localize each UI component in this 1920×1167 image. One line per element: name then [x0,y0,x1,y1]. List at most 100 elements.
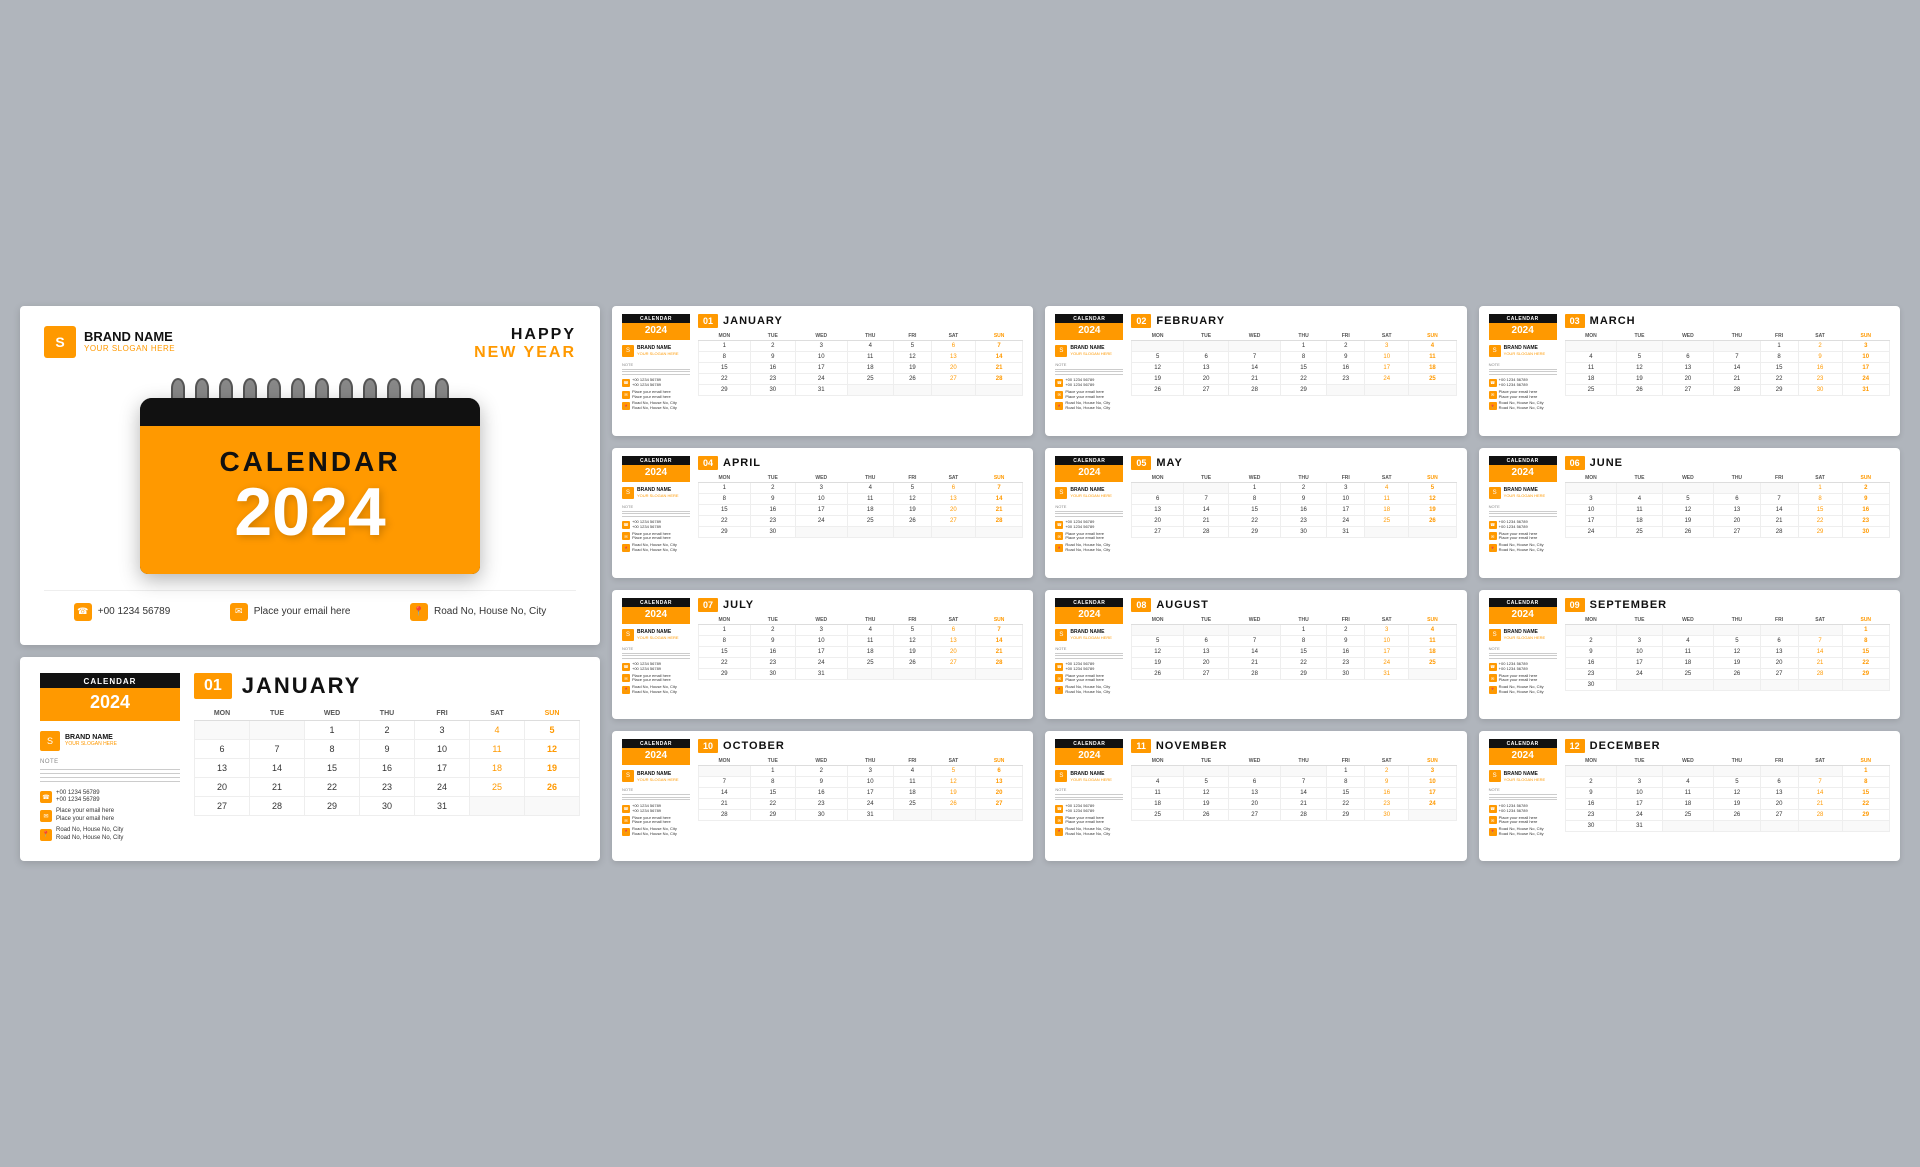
mc-day-cell: 31 [847,810,893,821]
mc-badge-06: CALENDAR [1489,456,1557,465]
mc-day-cell: 15 [1229,504,1281,515]
mc-day-cell: 17 [795,362,847,373]
mc-day-cell: 31 [1842,384,1889,395]
mc-year-04: 2024 [622,465,690,482]
mc-day-cell: 20 [1183,373,1228,384]
mc-th-tue: TUE [1183,474,1228,483]
mc-day-cell: 2 [1565,777,1617,788]
month-card-09: CALENDAR 2024 S BRAND NAME YOUR SLOGAN H… [1479,590,1900,720]
detail-brand-text: BRAND NAME YOUR SLOGAN HERE [65,734,117,747]
mc-week-2: 15161718192021 [699,646,1023,657]
mc-day-cell: 15 [1798,504,1842,515]
mc-day-cell [975,668,1022,679]
mc-day-cell [975,810,1022,821]
mc-loc-icon-08: 📍 [1055,686,1063,694]
mc-day-cell: 27 [1662,384,1714,395]
mc-day-cell: 25 [1662,810,1714,821]
mc-loc-icon-01: 📍 [622,402,630,410]
mc-brand-icon-02: S [1055,345,1067,357]
mc-day-cell: 18 [1365,504,1409,515]
mc-day-cell: 28 [1714,384,1760,395]
mc-right-04: 04 APRIL MONTUEWEDTHUFRISATSUN1234567891… [698,456,1023,570]
month-card-04: CALENDAR 2024 S BRAND NAME YOUR SLOGAN H… [612,448,1033,578]
month-card-12: CALENDAR 2024 S BRAND NAME YOUR SLOGAN H… [1479,731,1900,861]
mc-day-cell: 13 [1760,646,1798,657]
mc-day-cell: 23 [1565,668,1617,679]
mc-header-12: 12 DECEMBER [1565,739,1890,753]
mc-th-tue: TUE [750,757,795,766]
mc-day-cell: 9 [1565,646,1617,657]
mc-day-cell: 27 [1760,668,1798,679]
mc-week-3: 16171819202122 [1565,799,1889,810]
mc-contact-02: ☎ +00 1234 56789+00 1234 56789 ✉ Place y… [1055,378,1123,411]
mc-day-cell: 26 [893,373,931,384]
mc-day-cell: 22 [1229,515,1281,526]
mc-week-2: 11121314151617 [1132,788,1456,799]
detail-week-3: 20212223242526 [195,777,580,796]
mc-day-cell: 22 [1842,657,1889,668]
mc-day-cell: 28 [1760,526,1798,537]
detail-day-cell: 12 [525,739,580,758]
mc-year-02: 2024 [1055,323,1123,340]
detail-phone-text: +00 1234 56789 +00 1234 56789 [56,790,100,806]
mc-day-cell: 23 [1327,657,1365,668]
mc-day-cell: 14 [975,635,1022,646]
mc-day-cell: 24 [1327,515,1365,526]
mc-phone-icon-06: ☎ [1489,521,1497,529]
mc-day-cell: 25 [1409,373,1456,384]
mc-day-cell: 25 [1617,526,1662,537]
mc-year-03: 2024 [1489,323,1557,340]
mc-day-cell: 20 [1132,515,1184,526]
mc-left-11: CALENDAR 2024 S BRAND NAME YOUR SLOGAN H… [1055,739,1123,853]
mc-day-cell: 29 [1327,810,1365,821]
mc-day-cell: 7 [1714,351,1760,362]
mc-week-0: 12 [1565,482,1889,493]
mc-right-12: 12 DECEMBER MONTUEWEDTHUFRISATSUN1234567… [1565,739,1890,853]
mc-day-cell: 11 [1662,788,1714,799]
mc-left-09: CALENDAR 2024 S BRAND NAME YOUR SLOGAN H… [1489,598,1557,712]
mc-day-cell: 18 [847,362,893,373]
mc-brand-10: S BRAND NAME YOUR SLOGAN HERE [622,770,690,782]
mc-day-cell: 15 [699,362,751,373]
mc-day-cell: 25 [1662,668,1714,679]
mc-week-1: 45678910 [1132,777,1456,788]
mc-left-04: CALENDAR 2024 S BRAND NAME YOUR SLOGAN H… [622,456,690,570]
detail-day-cell: 21 [250,777,305,796]
mc-day-cell: 8 [699,351,751,362]
detail-day-cell: 26 [525,777,580,796]
mc-day-cell: 22 [1760,373,1798,384]
mc-th-mon: MON [699,757,751,766]
footer-email: ✉ Place your email here [230,603,351,621]
mc-th-mon: MON [699,616,751,625]
mc-week-0: 123456 [699,766,1023,777]
mc-day-cell: 29 [1798,526,1842,537]
spiral-2 [195,378,209,398]
mc-day-cell: 17 [847,788,893,799]
mc-day-cell: 4 [1409,624,1456,635]
mc-th-sat: SAT [931,332,975,341]
mc-loc-icon-10: 📍 [622,828,630,836]
detail-location-icon: 📍 [40,829,52,841]
mc-day-cell: 6 [1183,635,1228,646]
mc-day-cell: 28 [975,657,1022,668]
mc-day-cell: 17 [795,646,847,657]
mc-contact-07: ☎ +00 1234 56789+00 1234 56789 ✉ Place y… [622,662,690,695]
mc-day-cell [931,526,975,537]
mc-brand-text-06: BRAND NAME YOUR SLOGAN HERE [1504,487,1546,498]
mc-right-01: 01 JANUARY MONTUEWEDTHUFRISATSUN12345678… [698,314,1023,428]
mc-email-icon-04: ✉ [622,532,630,540]
mc-day-cell: 25 [847,373,893,384]
detail-day-cell [195,720,250,739]
mc-week-0: 12345 [1132,482,1456,493]
mc-day-cell [1662,766,1714,777]
mc-day-cell: 1 [1842,766,1889,777]
mc-day-cell: 17 [1617,799,1662,810]
mc-day-cell: 23 [750,515,795,526]
mc-week-1: 891011121314 [699,351,1023,362]
spiral-6 [291,378,305,398]
mc-week-2: 15161718192021 [699,362,1023,373]
mc-day-cell: 4 [1565,351,1617,362]
mc-day-cell: 1 [750,766,795,777]
mc-day-cell: 5 [931,766,975,777]
mc-day-cell: 26 [931,799,975,810]
